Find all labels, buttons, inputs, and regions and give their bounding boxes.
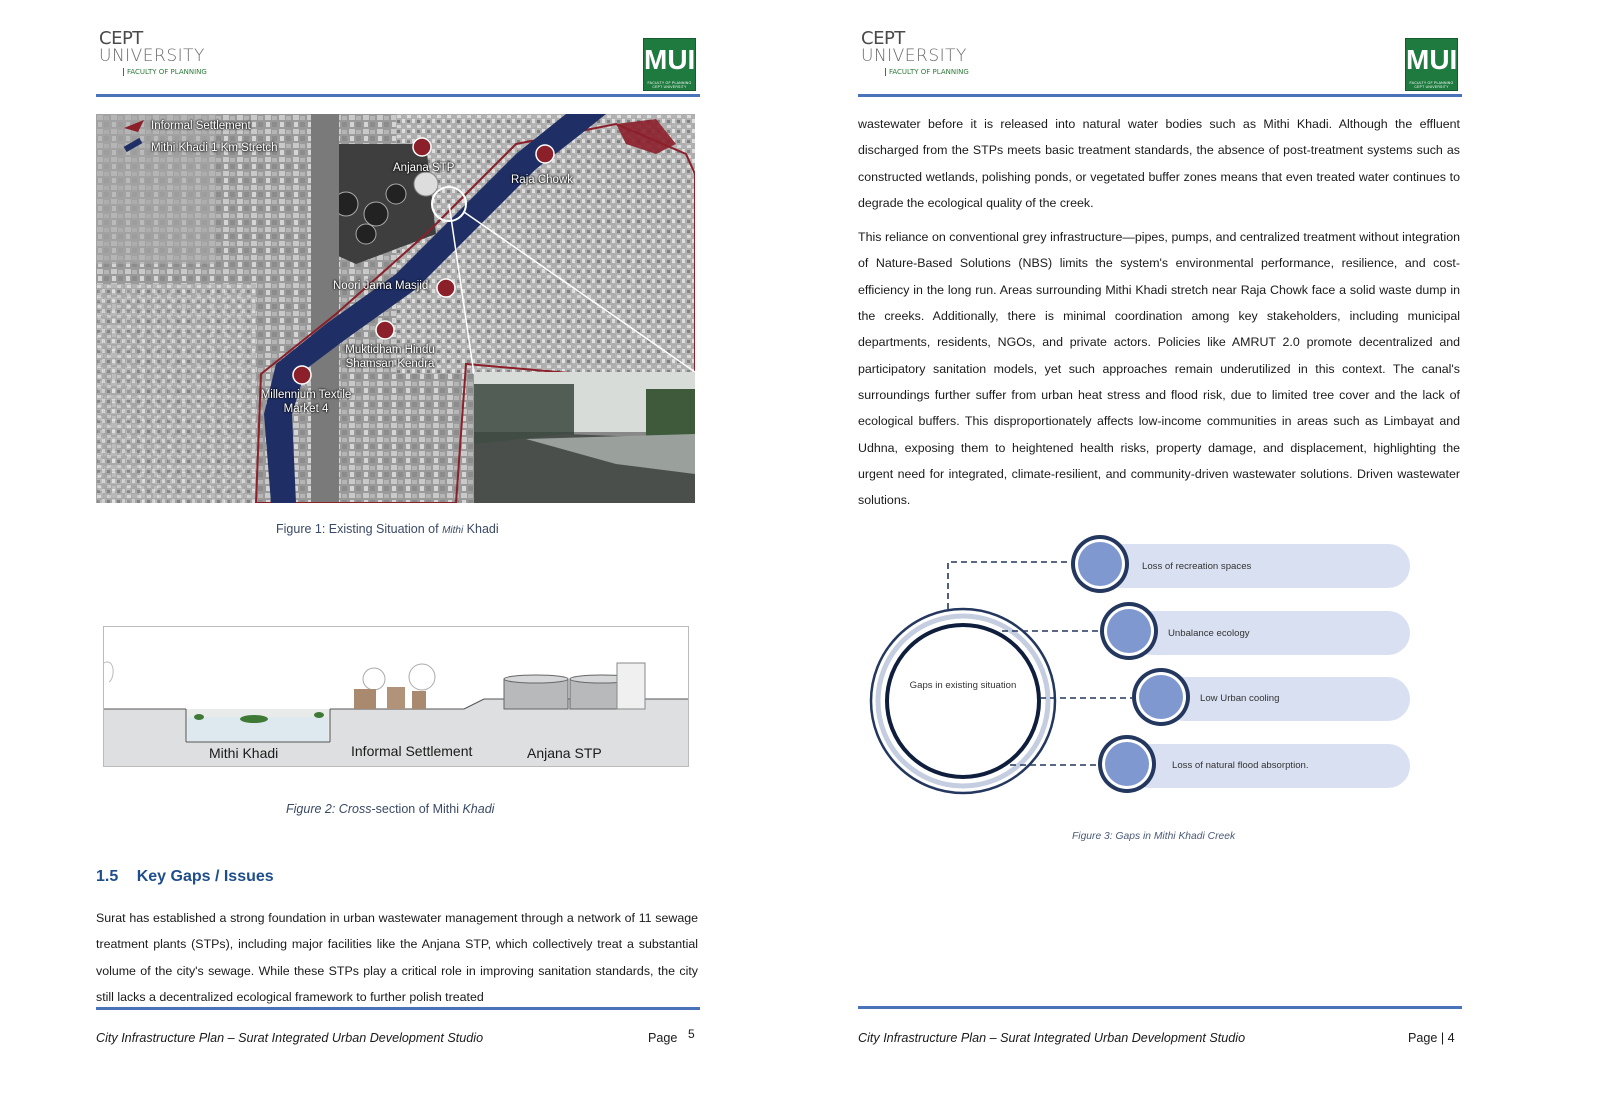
mui-logo-text: MUI [1406,44,1458,75]
map-label-noori: Noori Jama Masjid [333,280,429,292]
figure1-caption-a: Figure 1: Existing Situation of [276,522,443,536]
body-paragraph-1: wastewater before it is released into na… [858,117,1460,210]
page-number: 5 [688,1027,695,1041]
gap-label-cooling: Low Urban cooling [1200,693,1280,704]
map-label-anjana: Anjana STP [393,162,455,174]
footer-title: City Infrastructure Plan – Surat Integra… [96,1031,484,1045]
body-text-right: wastewater before it is released into na… [858,111,1460,521]
section-label-informal: Informal Settlement [351,743,473,759]
urban-heat-icon [1132,668,1190,726]
body-paragraph-2: This reliance on conventional grey infra… [858,230,1460,508]
footer-rule [858,1006,1462,1009]
map-label-muktidham: Muktidham Hindu Shamsan Kendra [345,344,435,370]
mui-logo-text: MUI [644,44,696,75]
mui-logo-subtext: FACULTY OF PLANNING CEPT UNIVERSITY [647,81,692,89]
page-label: Page | 4 [1408,1031,1455,1045]
logo-line-2: UNIVERSITY [861,46,967,66]
footer-title: City Infrastructure Plan – Surat Integra… [858,1031,1246,1045]
gaps-center-label: Gaps in existing situation [909,680,1017,691]
figure1-caption-c: Khadi [463,522,499,536]
map-label-raja: Raja Chowk [511,174,573,186]
figure2-caption-b: -section of Mithi [371,802,463,816]
logo-line-2: UNIVERSITY [99,46,205,66]
body-paragraph-left: Surat has established a strong foundatio… [96,911,698,1004]
section-label-mithi: Mithi Khadi [209,745,279,761]
section-label-anjana: Anjana STP [527,745,602,761]
mui-logo: MUI FACULTY OF PLANNING CEPT UNIVERSITY [643,38,696,91]
gap-label-recreation: Loss of recreation spaces [1142,561,1252,572]
cross-section-figure: Mithi Khadi Informal Settlement Anjana S… [103,626,689,767]
map-legend-informal: Informal Settlement [151,120,251,132]
cept-university-logo: CEPT UNIVERSITY FACULTY OF PLANNING [99,30,207,76]
heading-text: Key Gaps / Issues [136,868,274,885]
left-page: CEPT UNIVERSITY FACULTY OF PLANNING MUI … [0,0,800,1119]
mui-logo: MUI FACULTY OF PLANNING CEPT UNIVERSITY [1405,38,1458,91]
map-label-millennium: Millennium Textile Market 4 [260,389,352,415]
balance-scale-icon [1100,602,1158,660]
map-legend-stretch: Mithi Khadi 1 Km Stretch [151,142,278,154]
flood-icon [1098,735,1156,793]
gap-label-ecology: Unbalance ecology [1168,628,1250,639]
figure2-caption-c: Khadi [462,802,495,816]
cept-university-logo: CEPT UNIVERSITY FACULTY OF PLANNING [861,30,969,76]
header-rule [96,94,700,97]
figure3-caption: Figure 3: Gaps in Mithi Khadi Creek [1072,831,1236,842]
logo-faculty: FACULTY OF PLANNING [123,68,207,76]
heading-number: 1.5 [96,868,119,885]
recreation-icon [1071,535,1129,593]
page-label: Page [648,1031,678,1045]
header-rule [858,94,1462,97]
mui-logo-subtext: FACULTY OF PLANNING CEPT UNIVERSITY [1409,81,1454,89]
gaps-diagram: Gaps in existing situation Loss of recre… [862,530,1462,800]
section-heading: 1.5 Key Gaps / Issues [96,868,274,886]
figure2-caption: Figure 2: Cross-section of Mithi Khadi [286,802,494,816]
footer-rule [96,1007,700,1010]
logo-faculty: FACULTY OF PLANNING [885,68,969,76]
figure1-caption: Figure 1: Existing Situation of Mithi Kh… [276,522,499,536]
figure1-caption-b: Mithi [442,525,464,536]
figure2-caption-a: Figure 2: Cross [286,802,372,816]
gap-label-flood: Loss of natural flood absorption. [1172,760,1309,771]
right-page: CEPT UNIVERSITY FACULTY OF PLANNING MUI … [762,0,1562,1119]
map-figure: Informal Settlement Mithi Khadi 1 Km Str… [96,114,695,503]
